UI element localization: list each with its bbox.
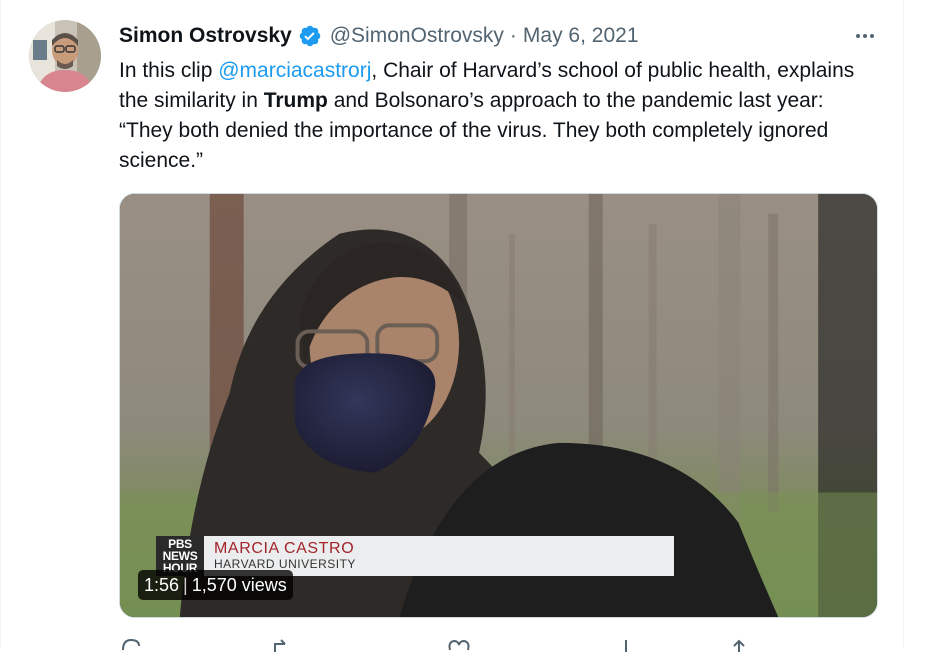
video-meta-badge: 1:56 | 1,570 views xyxy=(138,570,293,600)
header-separator: · xyxy=(509,24,517,47)
video-player[interactable]: PBS NEWS HOUR MARCIA CASTRO HARVARD UNIV… xyxy=(119,193,878,618)
more-options-icon[interactable] xyxy=(850,26,880,46)
tweet-text-intro: In this clip xyxy=(119,59,219,82)
tweet-date[interactable]: May 6, 2021 xyxy=(523,24,639,48)
caption-name: MARCIA CASTRO xyxy=(214,540,355,557)
more-dot xyxy=(856,34,860,38)
tweet-text: In this clip @marciacastrorj, Chair of H… xyxy=(119,56,879,176)
verified-badge-icon[interactable] xyxy=(298,24,322,48)
timeline-right-border xyxy=(903,0,904,647)
tweet-action-bar xyxy=(119,630,819,652)
avatar[interactable] xyxy=(29,20,101,92)
tweet[interactable]: Simon Ostrovsky @SimonOstrovsky · May 6,… xyxy=(0,0,903,652)
like-icon[interactable] xyxy=(446,638,472,652)
more-dot xyxy=(870,34,874,38)
views-icon[interactable] xyxy=(619,638,633,652)
tweet-header: Simon Ostrovsky @SimonOstrovsky · May 6,… xyxy=(119,22,639,50)
author-display-name[interactable]: Simon Ostrovsky xyxy=(119,24,292,48)
video-view-count: 1,570 views xyxy=(191,574,287,595)
retweet-icon[interactable] xyxy=(269,638,297,652)
avatar-image xyxy=(29,20,101,92)
meta-separator: | xyxy=(183,574,188,595)
tweet-text-bold: Trump xyxy=(263,89,328,112)
author-handle[interactable]: @SimonOstrovsky xyxy=(330,24,504,48)
reply-icon[interactable] xyxy=(119,638,143,652)
mention-link[interactable]: @marciacastrorj xyxy=(218,59,371,82)
video-duration: 1:56 xyxy=(144,574,180,595)
more-dot xyxy=(863,34,867,38)
share-icon[interactable] xyxy=(729,638,749,652)
